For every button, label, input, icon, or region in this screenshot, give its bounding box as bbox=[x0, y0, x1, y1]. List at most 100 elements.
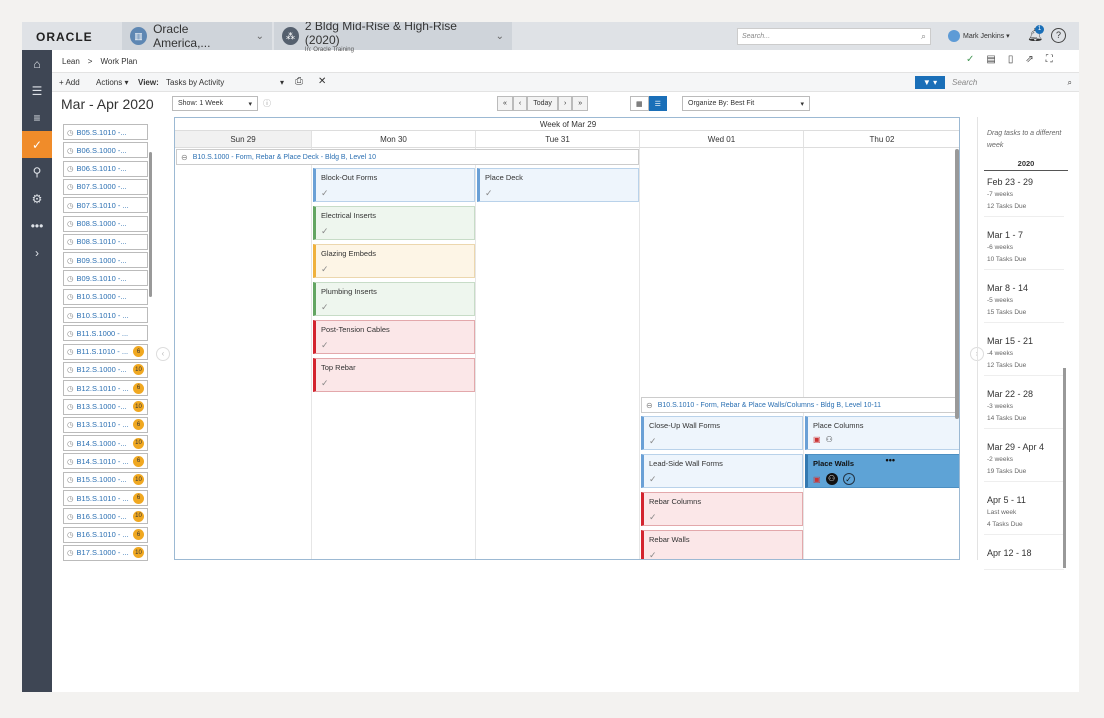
week-drop-target[interactable]: Apr 5 - 11 Last week 4 Tasks Due bbox=[984, 489, 1064, 535]
nav-item[interactable]: ⚲ bbox=[22, 158, 52, 185]
tools-icon[interactable]: ✕ bbox=[318, 76, 326, 87]
company-selector[interactable]: ▥ Oracle America,... ⌄ bbox=[122, 22, 272, 50]
activity-item[interactable]: ◷ B14.S.1000 -... 10 bbox=[63, 435, 148, 452]
check-icon[interactable]: ✓ bbox=[649, 550, 797, 559]
breadcrumb-lean[interactable]: Lean bbox=[62, 57, 80, 66]
collapse-icon[interactable]: ⊖ bbox=[646, 401, 653, 410]
add-button[interactable]: + Add bbox=[59, 78, 80, 87]
help-icon[interactable]: ? bbox=[1051, 28, 1066, 43]
activity-item[interactable]: ◷ B15.S.1000 -... 10 bbox=[63, 471, 148, 488]
task-card[interactable]: Rebar Walls ✓ bbox=[641, 530, 803, 559]
activity-item[interactable]: ◷ B12.S.1010 - ... 6 bbox=[63, 380, 148, 397]
check-icon[interactable]: ✓ bbox=[649, 436, 797, 447]
today-button[interactable]: Today bbox=[527, 96, 558, 111]
chart-icon[interactable]: ▤ bbox=[986, 54, 995, 65]
show-select[interactable]: Show: 1 Week ▾ bbox=[172, 96, 258, 111]
complete-check-icon[interactable]: ✓ bbox=[842, 473, 855, 485]
view-select[interactable]: Tasks by Activity ▾ bbox=[166, 78, 284, 87]
prev-button[interactable]: ‹ bbox=[512, 96, 528, 111]
activity-item[interactable]: ◷ B08.S.1010 -... bbox=[63, 233, 148, 250]
activity-item[interactable]: ◷ B10.S.1000 -... bbox=[63, 288, 148, 305]
activity-list-scrollbar[interactable] bbox=[149, 152, 152, 297]
nav-item[interactable]: ⚙ bbox=[22, 185, 52, 212]
activity-item[interactable]: ◷ B06.S.1000 -... bbox=[63, 142, 148, 159]
next-button[interactable]: › bbox=[557, 96, 573, 111]
week-drop-target[interactable]: Apr 12 - 18 bbox=[984, 542, 1064, 570]
activity-item[interactable]: ◷ B11.S.1010 - ... 6 bbox=[63, 343, 148, 360]
activity-item[interactable]: ◷ B15.S.1010 - ... 6 bbox=[63, 490, 148, 506]
activity-item[interactable]: ◷ B16.S.1010 - ... 6 bbox=[63, 526, 148, 543]
nav-item[interactable]: ✓ bbox=[22, 131, 52, 158]
task-card[interactable]: Block-Out Forms ✓ bbox=[313, 168, 475, 202]
grid-view-icon[interactable]: ▦ bbox=[630, 96, 649, 111]
activity-item[interactable]: ◷ B11.S.1000 - ... bbox=[63, 325, 148, 342]
activity-item[interactable]: ◷ B09.S.1010 -... bbox=[63, 270, 148, 287]
fullscreen-icon[interactable]: ⛶ bbox=[1046, 54, 1053, 65]
task-card[interactable]: Place Columns ▣ ⚇ bbox=[805, 416, 959, 450]
task-card[interactable]: Plumbing Inserts ✓ bbox=[313, 282, 475, 316]
more-options-icon[interactable]: ••• bbox=[886, 455, 895, 465]
share-icon[interactable]: ⇗ bbox=[1025, 54, 1033, 65]
activity-item[interactable]: ◷ B07.S.1000 -... bbox=[63, 178, 148, 195]
week-drop-target[interactable]: Feb 23 - 29 -7 weeks 12 Tasks Due bbox=[984, 171, 1064, 217]
crew-icon[interactable]: ⚇ bbox=[825, 473, 838, 485]
task-card[interactable]: Rebar Columns ✓ bbox=[641, 492, 803, 526]
nav-item[interactable]: ☰ bbox=[22, 77, 52, 104]
task-card[interactable]: Top Rebar ✓ bbox=[313, 358, 475, 392]
activity-item[interactable]: ◷ B08.S.1000 -... bbox=[63, 215, 148, 232]
collapse-left-button[interactable]: ‹ bbox=[156, 347, 170, 361]
nav-item[interactable]: ••• bbox=[22, 212, 52, 239]
first-page-button[interactable]: « bbox=[497, 96, 513, 111]
check-icon[interactable]: ✓ bbox=[649, 512, 797, 523]
week-list-scrollbar[interactable] bbox=[1063, 368, 1066, 568]
document-icon[interactable]: ▯ bbox=[1008, 54, 1014, 65]
week-drop-target[interactable]: Mar 1 - 7 -6 weeks 10 Tasks Due bbox=[984, 224, 1064, 270]
collapse-icon[interactable]: ⊖ bbox=[181, 153, 188, 162]
activity-item[interactable]: ◷ B05.S.1010 -... bbox=[63, 124, 148, 140]
actions-menu[interactable]: Actions ▾ bbox=[96, 78, 128, 87]
task-card[interactable]: Post-Tension Cables ✓ bbox=[313, 320, 475, 354]
activity-item[interactable]: ◷ B06.S.1010 -... bbox=[63, 160, 148, 177]
activity-group-header[interactable]: ⊖ B10.S.1000 - Form, Rebar & Place Deck -… bbox=[176, 149, 639, 165]
filter-button[interactable]: ▼ ▾ bbox=[915, 76, 945, 89]
week-drop-target[interactable]: Mar 15 - 21 -4 weeks 12 Tasks Due bbox=[984, 330, 1064, 376]
activity-item[interactable]: ◷ B17.S.1000 - ... 10 bbox=[63, 544, 148, 561]
nav-item[interactable]: › bbox=[22, 239, 52, 266]
user-menu[interactable]: Mark Jenkins ▾ bbox=[948, 30, 1010, 42]
calendar-scrollbar[interactable] bbox=[955, 149, 959, 419]
info-icon[interactable]: ⓘ bbox=[263, 98, 271, 109]
activity-item[interactable]: ◷ B13.S.1000 -... 10 bbox=[63, 398, 148, 415]
activity-item[interactable]: ◷ B12.S.1000 -... 10 bbox=[63, 361, 148, 378]
print-icon[interactable]: ⎙ bbox=[295, 76, 303, 87]
check-icon[interactable]: ✓ bbox=[321, 378, 469, 389]
check-icon[interactable]: ✓ bbox=[649, 474, 797, 485]
activity-item[interactable]: ◷ B09.S.1000 -... bbox=[63, 252, 148, 269]
constraint-icon[interactable]: ▣ bbox=[813, 475, 821, 484]
search-icon[interactable]: ⌕ bbox=[921, 31, 926, 42]
check-icon[interactable]: ✓ bbox=[321, 188, 469, 199]
check-icon[interactable]: ✓ bbox=[321, 302, 469, 313]
global-search-input[interactable]: Search... ⌕ bbox=[737, 28, 931, 45]
project-selector[interactable]: ⁂ 2 Bldg Mid-Rise & High-Rise (2020) In: … bbox=[274, 22, 512, 53]
week-drop-target[interactable]: Mar 29 - Apr 4 -2 weeks 19 Tasks Due bbox=[984, 436, 1064, 482]
crew-icon[interactable]: ⚇ bbox=[826, 435, 833, 444]
nav-item[interactable]: ⌂ bbox=[22, 50, 52, 77]
search-icon[interactable]: ⌕ bbox=[1068, 78, 1072, 88]
check-icon[interactable]: ✓ bbox=[321, 226, 469, 237]
constraint-icon[interactable]: ▣ bbox=[813, 435, 821, 444]
task-card[interactable]: Lead-Side Wall Forms ✓ bbox=[641, 454, 803, 488]
task-card[interactable]: Glazing Embeds ✓ bbox=[313, 244, 475, 278]
task-card[interactable]: Close-Up Wall Forms ✓ bbox=[641, 416, 803, 450]
activity-item[interactable]: ◷ B16.S.1000 -... 10 bbox=[63, 508, 148, 525]
activity-item[interactable]: ◷ B13.S.1010 - ... 6 bbox=[63, 416, 148, 433]
week-drop-target[interactable]: Mar 8 - 14 -5 weeks 15 Tasks Due bbox=[984, 277, 1064, 323]
task-card[interactable]: Place Walls ▣ ⚇ ✓ ••• bbox=[805, 454, 959, 488]
activity-item[interactable]: ◷ B14.S.1010 - ... 6 bbox=[63, 453, 148, 470]
week-drop-target[interactable]: Mar 22 - 28 -3 weeks 14 Tasks Due bbox=[984, 383, 1064, 429]
activity-item[interactable]: ◷ B10.S.1010 - ... bbox=[63, 307, 148, 323]
task-card[interactable]: Electrical Inserts ✓ bbox=[313, 206, 475, 240]
nav-item[interactable]: ≡ bbox=[22, 104, 52, 131]
check-icon[interactable]: ✓ bbox=[321, 264, 469, 275]
check-icon[interactable]: ✓ bbox=[966, 54, 974, 65]
activity-item[interactable]: ◷ B07.S.1010 - ... bbox=[63, 197, 148, 214]
